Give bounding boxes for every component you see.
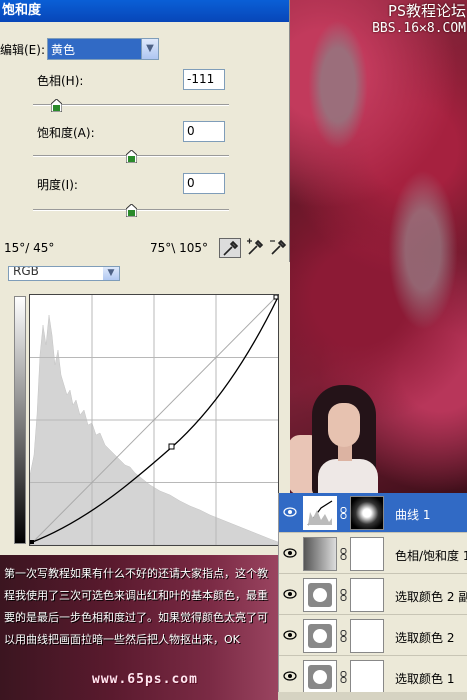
eye-icon[interactable] <box>283 506 297 518</box>
layer-row-selective-color-1[interactable]: 选取颜色 1 <box>279 657 467 697</box>
layer-name: 选取颜色 2 <box>395 631 455 645</box>
layer-mask-thumb <box>350 660 384 694</box>
eyedropper-minus-icon[interactable] <box>268 238 290 258</box>
edit-select[interactable]: 黄色 ▼ <box>47 38 159 60</box>
curve-point-black <box>30 540 34 544</box>
next-layer-strip <box>278 692 467 700</box>
layers-panel: 曲线 1 色相/饱和度 1 选取颜色 2 副本 选取颜色 2 选取颜色 1 <box>278 493 467 700</box>
layer-mask-thumb <box>350 537 384 571</box>
curve-point <box>168 443 175 450</box>
range-right-readout: 75°\ 105° <box>150 241 209 255</box>
layer-mask-thumb <box>350 619 384 653</box>
eye-icon[interactable] <box>283 547 297 559</box>
layer-row-curves[interactable]: 曲线 1 <box>279 493 467 533</box>
watermark-line2: BBS.16✕8.COM <box>372 21 466 36</box>
curves-dialog: RGB ▼ <box>0 262 290 555</box>
edit-select-value: 黄色 <box>51 43 76 57</box>
saturation-input[interactable]: 0 <box>183 121 225 142</box>
chevron-down-icon[interactable]: ▼ <box>103 267 119 280</box>
layer-name: 色相/饱和度 1 <box>395 549 467 563</box>
hue-slider-track[interactable] <box>33 104 229 106</box>
channel-select[interactable]: RGB ▼ <box>8 266 120 281</box>
eye-icon[interactable] <box>283 670 297 682</box>
chain-link-icon[interactable] <box>340 548 347 560</box>
saturation-label: 饱和度(A): <box>37 126 95 140</box>
eyedropper-plus-icon[interactable] <box>245 238 267 258</box>
eye-icon[interactable] <box>283 629 297 641</box>
layer-row-selective-color-2-copy[interactable]: 选取颜色 2 副本 <box>279 575 467 615</box>
output-gradient-bar <box>14 296 26 544</box>
lightness-label: 明度(I): <box>37 178 78 192</box>
lightness-input[interactable]: 0 <box>183 173 225 194</box>
dialog-title: 饱和度 <box>0 0 289 22</box>
range-left-readout: 15°/ 45° <box>4 241 55 255</box>
hue-input[interactable]: -111 <box>183 69 225 90</box>
selective-color-thumb-icon <box>303 578 337 612</box>
chevron-down-icon[interactable]: ▼ <box>141 39 158 59</box>
eye-icon[interactable] <box>283 588 297 600</box>
chain-link-icon[interactable] <box>340 630 347 642</box>
layer-row-hue-saturation[interactable]: 色相/饱和度 1 <box>279 534 467 574</box>
selective-color-thumb-icon <box>303 619 337 653</box>
curve-point-white <box>273 295 278 300</box>
watermark: PS教程论坛 BBS.16✕8.COM <box>346 2 466 38</box>
layer-mask-thumb <box>350 496 384 530</box>
layer-name: 选取颜色 2 副本 <box>395 590 467 604</box>
layer-row-selective-color-2[interactable]: 选取颜色 2 <box>279 616 467 656</box>
hue-label: 色相(H): <box>37 74 84 88</box>
saturation-slider-thumb[interactable] <box>125 150 137 163</box>
layer-mask-thumb <box>350 578 384 612</box>
hue-saturation-thumb-icon <box>303 537 337 571</box>
eyedropper-icon[interactable] <box>219 238 241 258</box>
site-url: www.65ps.com <box>92 672 198 687</box>
watermark-line1: PS教程论坛 <box>387 2 466 20</box>
channel-select-value: RGB <box>13 266 39 278</box>
chain-link-icon[interactable] <box>340 507 347 519</box>
hue-saturation-dialog: 饱和度 编辑(E): 黄色 ▼ 色相(H): -111 饱和度(A): 0 明度… <box>0 0 290 262</box>
chain-link-icon[interactable] <box>340 589 347 601</box>
selective-color-thumb-icon <box>303 660 337 694</box>
layer-name: 曲线 1 <box>395 508 431 522</box>
edit-label: 编辑(E): <box>0 42 45 57</box>
hue-slider-thumb[interactable] <box>51 99 63 112</box>
layer-name: 选取颜色 1 <box>395 672 455 686</box>
caption-text: 第一次写教程如果有什么不好的还请大家指点，这个教程我使用了三次可选色来调出红和叶… <box>4 567 268 646</box>
chain-link-icon[interactable] <box>340 671 347 683</box>
lightness-slider-thumb[interactable] <box>125 204 137 217</box>
curves-thumb-icon <box>303 496 337 530</box>
girl-figure <box>288 385 392 497</box>
curves-graph[interactable] <box>29 294 279 546</box>
